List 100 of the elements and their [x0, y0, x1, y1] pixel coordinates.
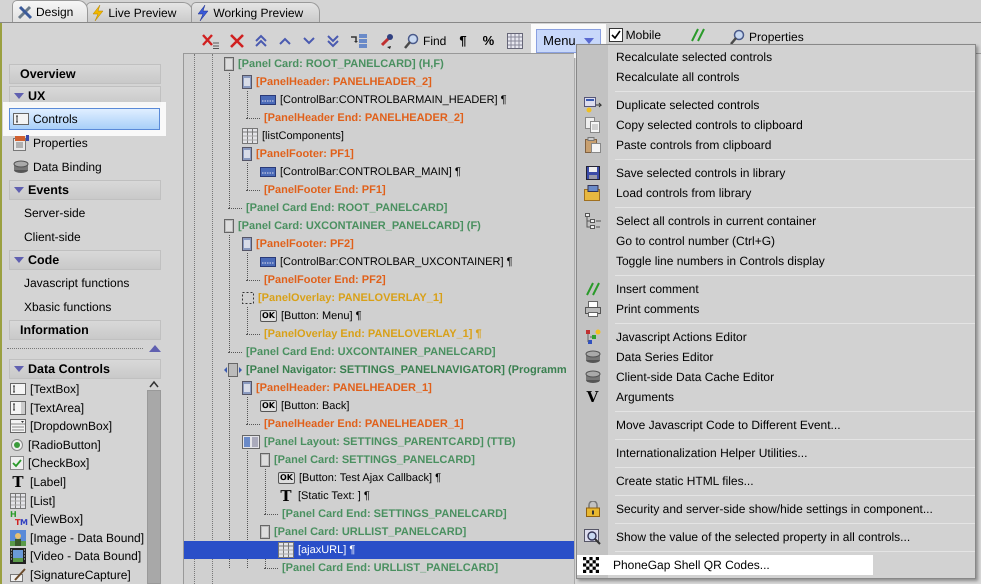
dashed-square-icon [242, 292, 254, 304]
menu-item[interactable]: Client-side Data Cache Editor [577, 367, 975, 387]
navigator-icon [224, 363, 242, 377]
control-palette-item[interactable]: [TextArea] [7, 398, 147, 418]
menu-item[interactable]: Duplicate selected controls [577, 95, 975, 115]
dropdown-icon [10, 419, 26, 434]
control-palette-item[interactable]: [CheckBox] [7, 454, 147, 473]
checkbox-icon [10, 456, 24, 470]
control-palette-item[interactable]: [List] [7, 491, 147, 510]
tree-row[interactable]: OK [Button: Back] [184, 397, 574, 415]
menu-item[interactable]: Toggle line numbers in Controls display [577, 251, 975, 271]
section-header[interactable]: Information [9, 320, 161, 340]
qr-code-icon [583, 557, 599, 573]
sidebar-item[interactable]: Server-side [9, 202, 160, 224]
menu-item[interactable]: Recalculate all controls [577, 67, 975, 87]
section-header[interactable]: Data Controls [9, 359, 161, 379]
section-header[interactable]: Events [9, 180, 161, 200]
control-palette-item[interactable]: T [Label] [7, 472, 147, 492]
menu-item[interactable]: Data Series Editor [577, 347, 975, 367]
ok-button-icon: OK [278, 472, 295, 484]
grid-icon [507, 32, 524, 48]
tab[interactable]: Working Preview [191, 2, 320, 22]
panel-icon [260, 453, 270, 467]
textbox-icon [10, 383, 26, 396]
tree-row[interactable]: OK [Button: Menu] ¶ [184, 307, 574, 325]
expand-arrow-icon[interactable] [14, 257, 24, 263]
sidebar-item[interactable]: Client-side [9, 226, 160, 248]
dropper-icon [378, 32, 394, 48]
list-icon [278, 542, 294, 558]
sidebar-item[interactable]: Properties [9, 132, 160, 154]
mobile-checkbox[interactable] [608, 28, 623, 42]
menu-item[interactable]: Insert comment [577, 279, 975, 299]
double-slash-icon [586, 282, 600, 296]
menu-item[interactable]: Print comments [577, 299, 975, 319]
tree-row[interactable]: [ControlBar:CONTROLBAR_MAIN] ¶ [184, 163, 574, 181]
tree-row[interactable]: [ControlBar:CONTROLBAR_UXCONTAINER] ¶ [184, 253, 574, 271]
menu-item[interactable]: Paste controls from clipboard [577, 135, 975, 155]
menu-item[interactable]: Select all controls in current container [577, 211, 975, 231]
tree-row[interactable]: T [Static Text: ] ¶ [184, 487, 574, 505]
ok-button-icon: OK [260, 400, 277, 412]
expand-arrow-icon[interactable] [14, 93, 24, 99]
film-icon [10, 548, 26, 564]
menu-item[interactable]: Create static HTML files... [577, 471, 975, 491]
expand-arrow-icon[interactable] [14, 187, 24, 193]
tab[interactable]: Design [12, 0, 88, 22]
panel-icon [242, 75, 252, 89]
menu-item[interactable]: Load controls from library [577, 183, 975, 203]
sidebar-item[interactable]: Data Binding [9, 156, 160, 178]
expand-arrow-icon[interactable] [14, 366, 24, 372]
lightning-icon [91, 4, 106, 20]
control-palette-item[interactable]: [DropdownBox] [7, 417, 147, 436]
database-icon [13, 160, 29, 174]
move-to-bottom-icon [326, 34, 340, 48]
menu-item[interactable]: Javascript Actions Editor [577, 327, 975, 347]
panel-icon [242, 237, 252, 251]
panel-icon [224, 219, 234, 233]
menu-item[interactable]: Security and server-side show/hide settings in component... [577, 499, 975, 519]
printer-icon [584, 301, 600, 317]
letter-icon: T [278, 489, 294, 503]
toolbar-icon [260, 257, 276, 267]
menu-item[interactable]: Save selected controls in library [577, 163, 975, 183]
tree-row[interactable]: OK [Button: Test Ajax Callback] ¶ [184, 469, 574, 487]
menu-item[interactable]: Show the value of the selected property in all controls... [577, 527, 975, 547]
scroll-up-icon[interactable] [149, 380, 159, 388]
control-palette-item[interactable]: [RadioButton] [7, 436, 147, 454]
lightning-icon [196, 4, 210, 20]
magnifier-list-icon [584, 529, 602, 545]
menu-item[interactable]: Go to control number (Ctrl+G) [577, 231, 975, 251]
tree-row[interactable]: [ControlBar:CONTROLBARMAIN_HEADER] ¶ [184, 91, 574, 109]
split-panel-icon [242, 435, 260, 449]
move-to-top-icon [254, 34, 268, 48]
search-icon [404, 32, 420, 48]
toolbar-icon [260, 95, 276, 105]
scrollbar[interactable] [147, 380, 161, 584]
list-arrow-icon [350, 32, 368, 48]
section-header[interactable]: Code [9, 250, 161, 270]
menu-item[interactable]: Copy selected controls to clipboard [577, 115, 975, 135]
form-icon [13, 135, 29, 151]
find-button[interactable]: Find [399, 30, 452, 52]
control-palette-item[interactable]: [Image - Data Bound] [7, 528, 147, 547]
tree-row[interactable]: [listComponents] [184, 127, 574, 145]
menu-item[interactable]: V Arguments [577, 387, 975, 407]
collapse-arrow-icon[interactable] [149, 345, 161, 352]
menu-item[interactable]: Internationalization Helper Utilities... [577, 443, 975, 463]
menu-item[interactable]: Move Javascript Code to Different Event... [577, 415, 975, 435]
menu-item[interactable]: PhoneGap Shell QR Codes... [577, 555, 873, 575]
control-palette-item[interactable]: [Video - Data Bound] [7, 546, 147, 566]
panel-icon [224, 57, 234, 71]
toolbar-button[interactable]: % [474, 30, 502, 52]
control-palette-item[interactable]: [TextBox] [7, 380, 147, 399]
lock-icon [586, 501, 600, 517]
toolbar-button[interactable]: ¶ [451, 30, 475, 52]
tree-row[interactable]: [ajaxURL] ¶ [184, 541, 574, 559]
properties-button[interactable]: Properties [725, 26, 809, 48]
sidebar-item[interactable]: Xbasic functions [9, 296, 160, 318]
sidebar-item[interactable]: Javascript functions [9, 272, 160, 294]
control-palette-item[interactable]: [SignatureCapture] [7, 565, 147, 584]
section-header[interactable]: Overview [9, 64, 161, 84]
panel-icon [242, 147, 252, 161]
tab[interactable]: Live Preview [86, 2, 194, 22]
